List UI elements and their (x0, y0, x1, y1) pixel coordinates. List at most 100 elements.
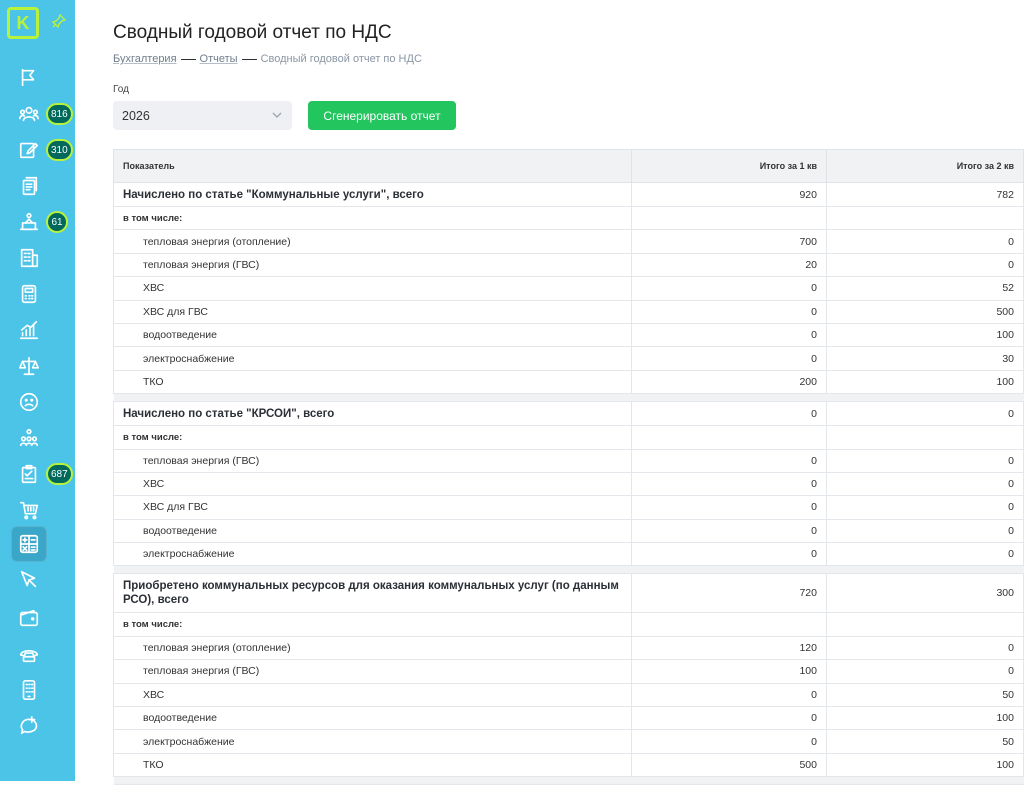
q1-cell: 0 (632, 323, 827, 346)
q2-cell: 0 (827, 253, 1024, 276)
sidebar-item-mobile[interactable] (11, 672, 47, 708)
indicator-cell: ТКО (114, 753, 632, 776)
q2-cell: 50 (827, 730, 1024, 753)
q2-cell (827, 426, 1024, 449)
sidebar-item-phone[interactable] (11, 636, 47, 672)
table-row: ХВС052 (114, 277, 1024, 300)
sad-face-icon (18, 391, 40, 413)
header-q1[interactable]: Итого за 1 кв (632, 150, 827, 183)
sidebar-item-documents[interactable] (11, 168, 47, 204)
phone-icon (18, 643, 40, 665)
table-row: в том числе: (114, 426, 1024, 449)
year-value: 2026 (122, 109, 150, 123)
q2-cell: 100 (827, 370, 1024, 393)
q1-cell: 0 (632, 347, 827, 370)
table-row: электроснабжение030 (114, 347, 1024, 370)
sidebar-item-accounting[interactable] (11, 526, 47, 562)
table-row: Начислено по статье "Коммунальные услуги… (114, 183, 1024, 207)
indicator-cell: электроснабжение (114, 543, 632, 566)
q1-cell: 0 (632, 496, 827, 519)
q2-cell: 782 (827, 183, 1024, 207)
q1-cell: 100 (632, 660, 827, 683)
year-label: Год (113, 84, 129, 95)
logo[interactable]: K (7, 7, 39, 39)
indicator-cell: в том числе: (114, 207, 632, 230)
q2-cell: 300 (827, 574, 1024, 613)
sidebar-item-people[interactable] (11, 96, 47, 132)
scales-icon (18, 355, 40, 377)
q2-cell: 0 (827, 660, 1024, 683)
notification-badge: 687 (46, 463, 73, 485)
indicator-cell: тепловая энергия (отопление) (114, 636, 632, 659)
q1-cell: 0 (632, 277, 827, 300)
generate-report-button[interactable]: Сгенерировать отчет (308, 101, 456, 130)
indicator-cell: тепловая энергия (отопление) (114, 230, 632, 253)
header-indicator[interactable]: Показатель (114, 150, 632, 183)
sidebar-item-cursor[interactable] (11, 562, 47, 598)
table-row: тепловая энергия (ГВС)200 (114, 253, 1024, 276)
sidebar-item-hierarchy[interactable] (11, 420, 47, 456)
indicator-cell: тепловая энергия (ГВС) (114, 449, 632, 472)
header-q2[interactable]: Итого за 2 кв (827, 150, 1024, 183)
notification-badge: 310 (46, 139, 73, 161)
table-row: Начислено по статье "КРСОИ", всего00 (114, 402, 1024, 426)
breadcrumb-separator (181, 59, 196, 60)
q1-cell (632, 613, 827, 636)
logo-letter: K (17, 13, 30, 34)
table-row: электроснабжение00 (114, 543, 1024, 566)
sidebar-item-building[interactable] (11, 240, 47, 276)
q1-cell: 720 (632, 574, 827, 613)
indicator-cell: ХВС (114, 277, 632, 300)
q2-cell (827, 207, 1024, 230)
indicator-cell: водоотведение (114, 323, 632, 346)
breadcrumb: Бухгалтерия Отчеты Сводный годовой отчет… (113, 53, 422, 65)
inbox-icon (18, 211, 40, 233)
sidebar-item-inbox[interactable] (11, 204, 47, 240)
q1-cell (632, 426, 827, 449)
indicator-cell: в том числе: (114, 613, 632, 636)
table-row: водоотведение00 (114, 519, 1024, 542)
chevron-down-icon (272, 110, 282, 120)
q2-cell: 100 (827, 707, 1024, 730)
sidebar-item-scales[interactable] (11, 348, 47, 384)
documents-icon (18, 175, 40, 197)
sidebar-item-tasks[interactable] (11, 456, 47, 492)
breadcrumb-reports[interactable]: Отчеты (200, 53, 238, 65)
table-row: ХВС050 (114, 683, 1024, 706)
sidebar-item-calculator[interactable] (11, 276, 47, 312)
q2-cell: 52 (827, 277, 1024, 300)
table-row: ТКО200100 (114, 370, 1024, 393)
sidebar-item-sad-face[interactable] (11, 384, 47, 420)
q2-cell: 0 (827, 636, 1024, 659)
indicator-cell: ХВС для ГВС (114, 496, 632, 519)
table-row: в том числе: (114, 207, 1024, 230)
sidebar-item-chat-plus[interactable] (11, 708, 47, 744)
q2-cell: 30 (827, 347, 1024, 370)
indicator-cell: ТКО (114, 370, 632, 393)
breadcrumb-accounting[interactable]: Бухгалтерия (113, 53, 177, 65)
q1-cell (632, 207, 827, 230)
sidebar-item-flag[interactable] (11, 60, 47, 96)
sidebar-item-cart[interactable] (11, 492, 47, 528)
table-row: Приобретено коммунальных ресурсов для ок… (114, 574, 1024, 613)
q1-cell: 700 (632, 230, 827, 253)
table-row: в том числе: (114, 613, 1024, 636)
q1-cell: 0 (632, 683, 827, 706)
q1-cell: 0 (632, 472, 827, 495)
sidebar-item-chart[interactable] (11, 312, 47, 348)
year-select[interactable]: 2026 (113, 101, 292, 130)
indicator-cell: ХВС для ГВС (114, 300, 632, 323)
table-row: ХВС для ГВС0500 (114, 300, 1024, 323)
pin-icon[interactable] (52, 14, 66, 28)
sidebar-item-wallet[interactable] (11, 600, 47, 636)
cursor-icon (18, 569, 40, 591)
sidebar-item-edit[interactable] (11, 132, 47, 168)
calculator-icon (18, 283, 40, 305)
table-row: ХВС для ГВС00 (114, 496, 1024, 519)
q2-cell: 0 (827, 472, 1024, 495)
report-table: Показатель Итого за 1 кв Итого за 2 кв Н… (113, 149, 1024, 785)
cart-icon (18, 499, 40, 521)
tasks-icon (18, 463, 40, 485)
q2-cell: 500 (827, 300, 1024, 323)
table-row: ХВС00 (114, 472, 1024, 495)
